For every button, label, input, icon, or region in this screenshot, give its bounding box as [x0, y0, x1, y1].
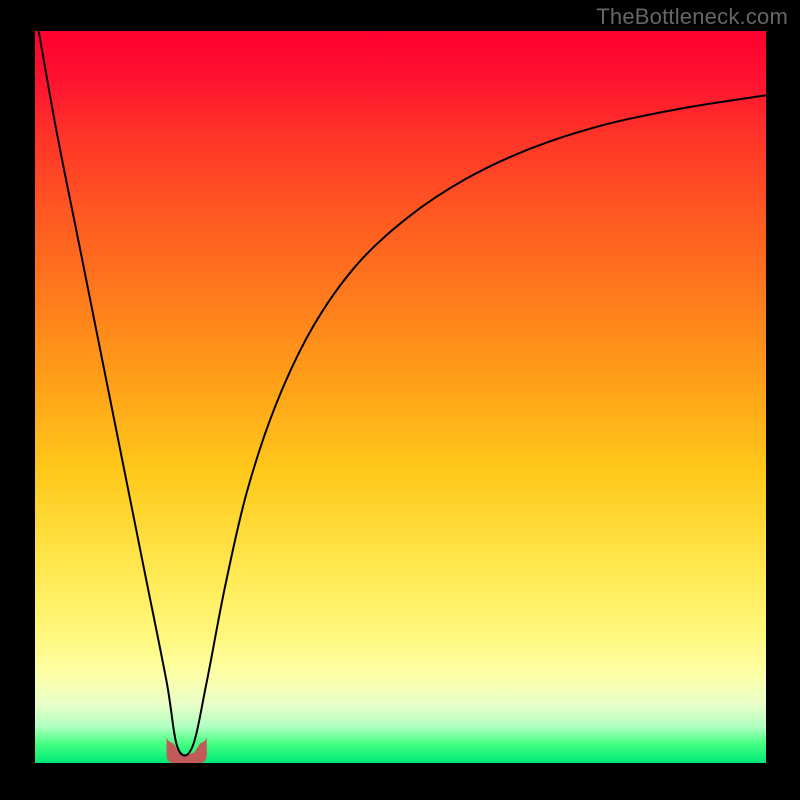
chart-frame: TheBottleneck.com	[0, 0, 800, 800]
bottleneck-curve	[35, 31, 766, 762]
plot-area	[35, 31, 766, 763]
watermark-text: TheBottleneck.com	[596, 4, 788, 30]
